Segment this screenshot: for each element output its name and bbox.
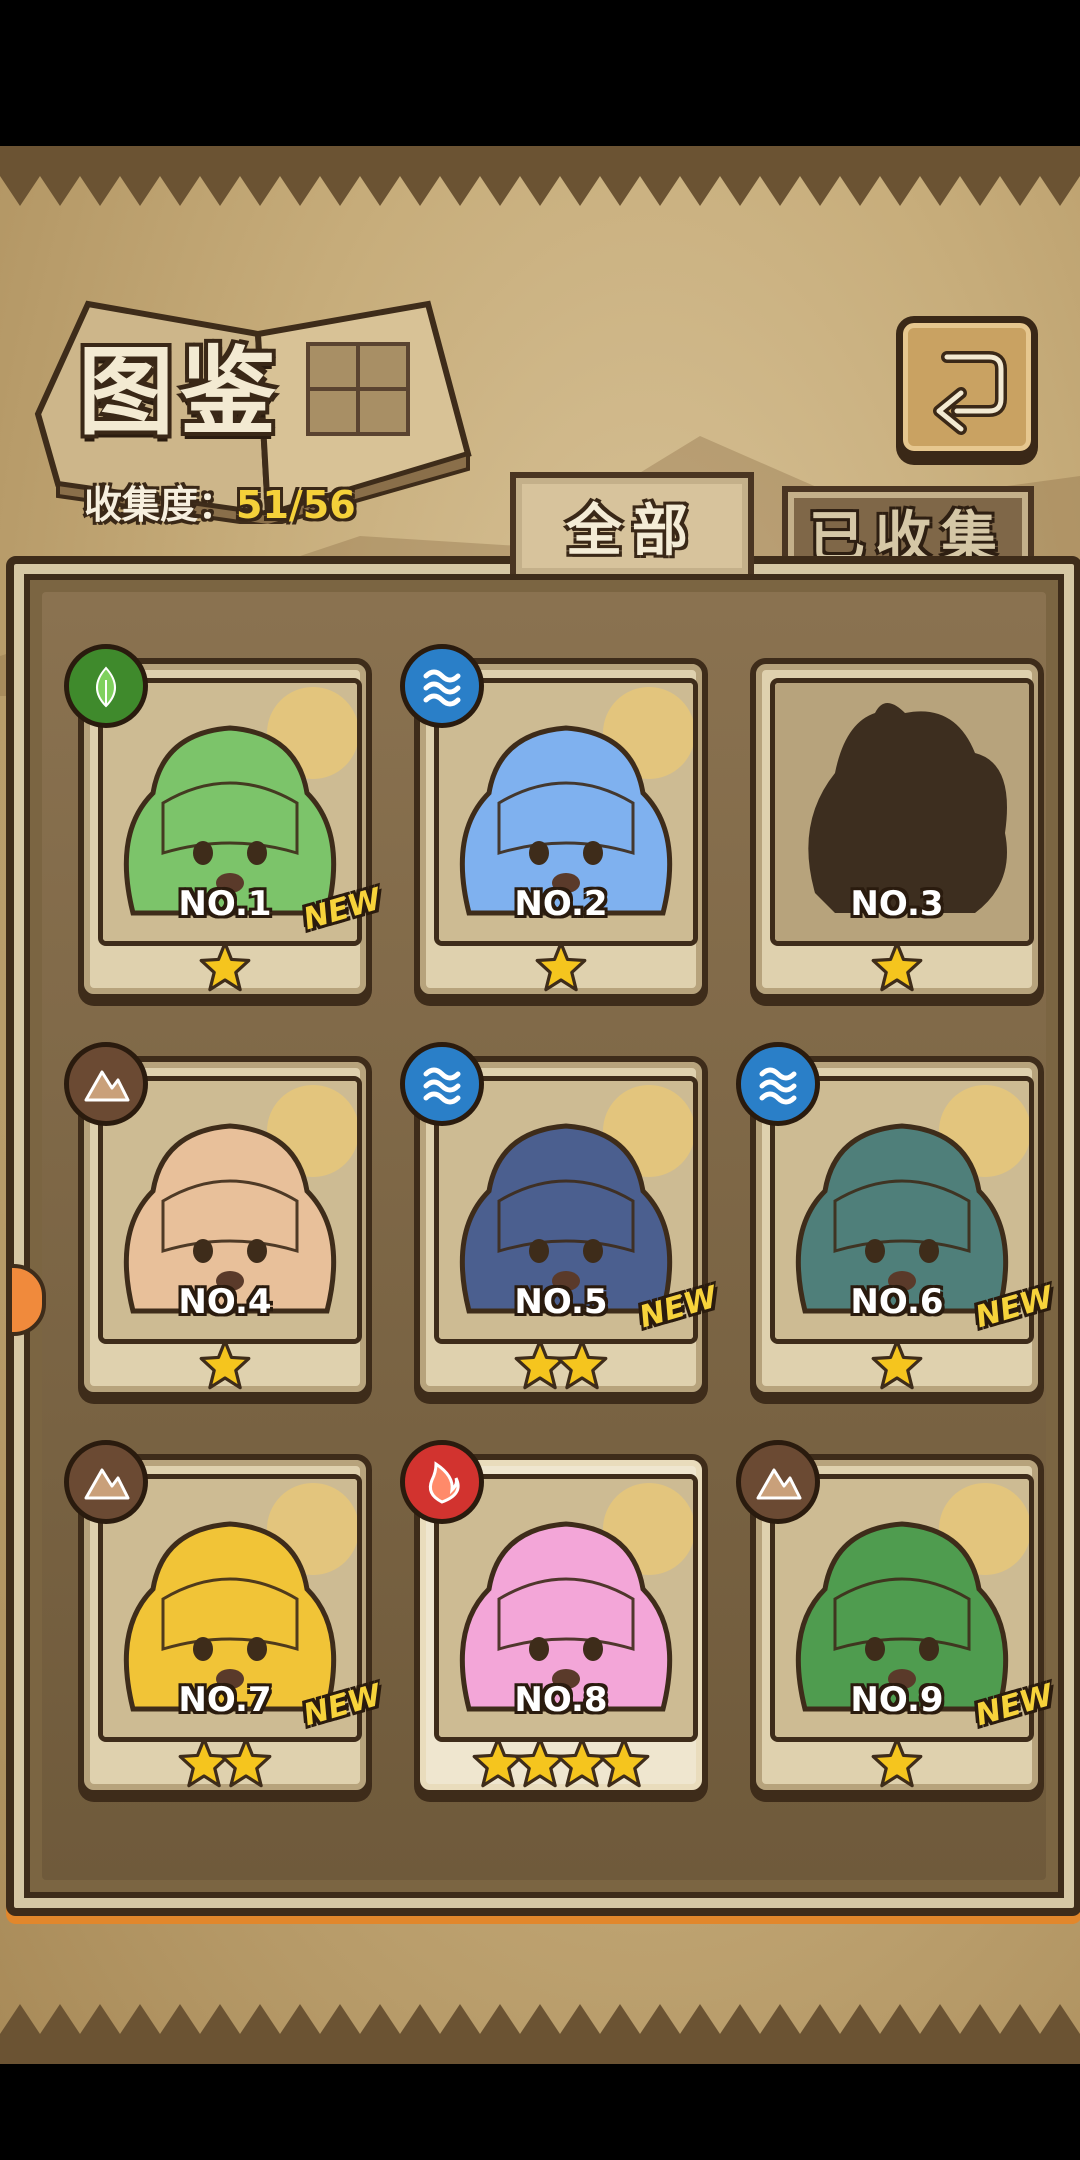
collection-label: 收集度：: [84, 483, 237, 527]
earth-element-icon: [736, 1440, 820, 1524]
water-element-icon: [736, 1042, 820, 1126]
collection-panel: NO.1 NEW NO.2 NO.3 NO.4 NO.5 NEW NO.6 NE…: [6, 556, 1080, 1916]
water-element-icon: [400, 1042, 484, 1126]
bottom-zigzag-border: [0, 2004, 1080, 2064]
card-number: NO.3: [850, 884, 944, 924]
card-number: NO.4: [178, 1282, 272, 1322]
card-number: NO.8: [514, 1680, 608, 1720]
star-rating: [420, 1736, 702, 1788]
star-rating: [756, 940, 1038, 992]
star-icon: [870, 1736, 924, 1790]
earth-element-icon: [64, 1440, 148, 1524]
star-rating: [756, 1736, 1038, 1788]
collection-progress: 收集度：51/56: [84, 474, 356, 529]
star-icon: [198, 940, 252, 994]
collection-card[interactable]: NO.1 NEW: [64, 644, 385, 1000]
star-icon: [870, 940, 924, 994]
star-icon: [198, 1338, 252, 1392]
fire-element-icon: [400, 1440, 484, 1524]
water-element-icon: [400, 644, 484, 728]
star-rating: [84, 940, 366, 992]
return-arrow-icon: [933, 351, 1007, 435]
star-icon: [555, 1338, 609, 1392]
game-scene: 图鉴 收集度：51/56 全部 已收集 NO.1 NEW NO.2 NO.3 N…: [0, 146, 1080, 2064]
star-icon: [219, 1736, 273, 1790]
earth-element-icon: [64, 1042, 148, 1126]
collection-card[interactable]: NO.7 NEW: [64, 1440, 385, 1796]
star-rating: [420, 1338, 702, 1390]
card-grid: NO.1 NEW NO.2 NO.3 NO.4 NO.5 NEW NO.6 NE…: [42, 592, 1057, 1880]
side-arrow-icon[interactable]: [8, 1264, 46, 1336]
leaf-element-icon: [64, 644, 148, 728]
collection-card[interactable]: NO.4: [64, 1042, 372, 1398]
star-rating: [756, 1338, 1038, 1390]
collection-card[interactable]: NO.2: [400, 644, 708, 1000]
star-icon: [534, 940, 588, 994]
top-zigzag-border: [0, 146, 1080, 206]
star-icon: [597, 1736, 651, 1790]
star-rating: [84, 1736, 366, 1788]
collection-card[interactable]: NO.5 NEW: [400, 1042, 721, 1398]
collection-card[interactable]: NO.6 NEW: [736, 1042, 1057, 1398]
collection-card[interactable]: NO.8: [400, 1440, 708, 1796]
star-rating: [84, 1338, 366, 1390]
star-icon: [870, 1338, 924, 1392]
collection-card[interactable]: NO.9 NEW: [736, 1440, 1057, 1796]
card-number: NO.2: [514, 884, 608, 924]
tab-all[interactable]: 全部: [510, 472, 754, 574]
collection-value: 51/56: [236, 483, 356, 527]
page-title: 图鉴: [78, 336, 282, 448]
collection-card[interactable]: NO.3: [750, 658, 1044, 1000]
back-button[interactable]: [896, 316, 1038, 458]
star-rating: [420, 940, 702, 992]
